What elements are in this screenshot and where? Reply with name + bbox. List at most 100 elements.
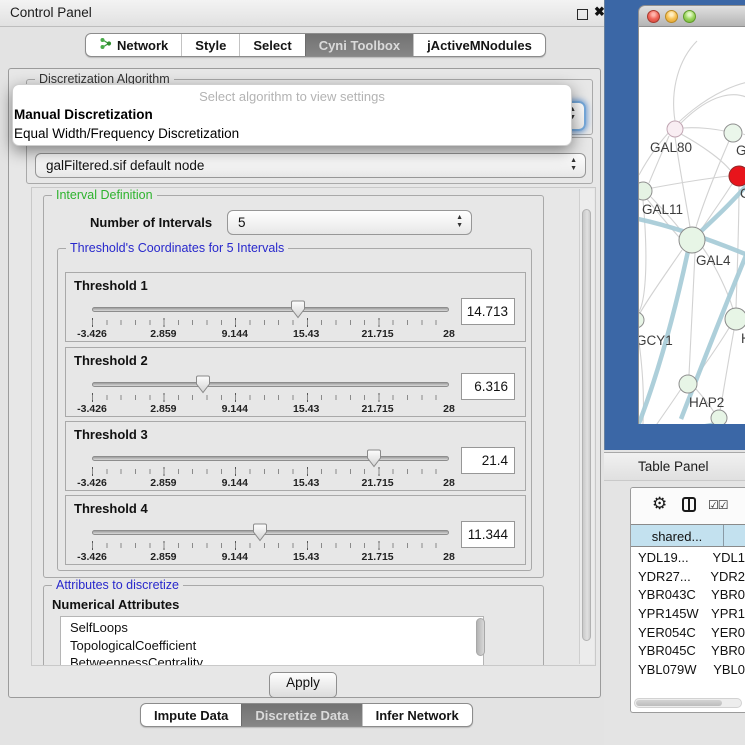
numerical-attributes-label: Numerical Attributes bbox=[52, 597, 179, 612]
tick-label: -3.426 bbox=[77, 551, 107, 563]
tick-label: 28 bbox=[443, 328, 455, 340]
threshold-value-field[interactable]: 21.4 bbox=[461, 447, 515, 474]
node-h[interactable] bbox=[725, 308, 745, 330]
tick-label: -3.426 bbox=[77, 477, 107, 489]
close-traffic-light-icon[interactable] bbox=[647, 10, 660, 23]
group-label: Threshold's Coordinates for 5 Intervals bbox=[66, 241, 288, 255]
tab-cyni-toolbox[interactable]: Cyni Toolbox bbox=[305, 34, 413, 56]
table-row[interactable]: YDL19...YDL1 bbox=[631, 548, 745, 567]
tab-label: Cyni Toolbox bbox=[319, 38, 400, 53]
float-icon[interactable] bbox=[577, 9, 588, 20]
tab-jactivemnodules[interactable]: jActiveMNodules bbox=[413, 34, 545, 56]
tab-infer-network[interactable]: Infer Network bbox=[362, 704, 472, 726]
table-row[interactable]: YBL079WYBL0 bbox=[631, 660, 745, 679]
threshold-value-field[interactable]: 6.316 bbox=[461, 373, 515, 400]
threshold-4-box: Threshold 4 -3.4262.8599.14415.4321.7152… bbox=[65, 495, 526, 565]
table-cell: YER054C bbox=[631, 625, 708, 640]
popup-option-equal-width[interactable]: Equal Width/Frequency Discretization bbox=[14, 125, 571, 142]
node-gal11[interactable] bbox=[639, 182, 652, 200]
apply-button[interactable]: Apply bbox=[269, 672, 337, 698]
threshold-value-field[interactable]: 14.713 bbox=[461, 298, 515, 325]
threshold-value-field[interactable]: 11.344 bbox=[461, 521, 515, 548]
table-row[interactable]: YER054CYER0 bbox=[631, 623, 745, 642]
numerical-attributes-list[interactable]: SelfLoopsTopologicalCoefficientBetweenne… bbox=[60, 616, 484, 666]
network-canvas[interactable]: GAL80 GA C GAL11 GAL4 GCY1 H HAP2 bbox=[638, 27, 745, 424]
table-data-combobox[interactable]: galFiltered.sif default node ▲▼ bbox=[35, 153, 586, 178]
minor-ticks bbox=[92, 320, 450, 325]
vertical-scrollbar-thumb[interactable] bbox=[582, 209, 591, 641]
tick-label: 2.859 bbox=[150, 403, 176, 415]
gear-icon[interactable]: ⚙ bbox=[652, 494, 667, 514]
node-table-body[interactable]: YDL19...YDL1YDR27...YDR2YBR043CYBR0YPR14… bbox=[631, 548, 745, 684]
tick-label: -3.426 bbox=[77, 403, 107, 415]
table-row[interactable]: YBR043CYBR0 bbox=[631, 585, 745, 604]
slider-track[interactable] bbox=[92, 307, 449, 312]
node-label: GAL4 bbox=[696, 253, 731, 268]
tab-label: Style bbox=[195, 38, 226, 53]
attribute-item[interactable]: TopologicalCoefficient bbox=[70, 637, 483, 655]
table-row[interactable]: YDR27...YDR2 bbox=[631, 567, 745, 586]
tab-impute-data[interactable]: Impute Data bbox=[141, 704, 241, 726]
node-gal4[interactable] bbox=[679, 227, 705, 253]
table-cell: YBL0 bbox=[710, 662, 745, 677]
zoom-traffic-light-icon[interactable] bbox=[683, 10, 696, 23]
minimize-traffic-light-icon[interactable] bbox=[665, 10, 678, 23]
columns-icon[interactable] bbox=[682, 497, 696, 512]
slider-thumb[interactable] bbox=[195, 375, 211, 394]
tick-label: 28 bbox=[443, 477, 455, 489]
select-columns-icon[interactable]: ☑☑ bbox=[708, 498, 728, 512]
tick-label: 28 bbox=[443, 551, 455, 563]
tick-label: 15.43 bbox=[293, 477, 319, 489]
horizontal-scrollbar[interactable] bbox=[634, 698, 742, 708]
horizontal-scrollbar-thumb[interactable] bbox=[636, 700, 722, 706]
num-intervals-combobox[interactable]: 5 ▲▼ bbox=[227, 210, 472, 235]
table-row[interactable]: YPR145WYPR1 bbox=[631, 604, 745, 623]
tab-label: Impute Data bbox=[154, 708, 228, 723]
node-bottom[interactable] bbox=[711, 410, 727, 424]
column-header-name[interactable]: na bbox=[724, 525, 745, 546]
network-window-titlebar[interactable] bbox=[638, 5, 745, 27]
node-label: GAL80 bbox=[650, 140, 692, 155]
node-gal80[interactable] bbox=[667, 121, 683, 137]
table-cell: YDR2 bbox=[707, 569, 745, 584]
node-gcy1[interactable] bbox=[639, 312, 644, 328]
tab-label: jActiveMNodules bbox=[427, 38, 532, 53]
tab-network[interactable]: Network bbox=[86, 34, 181, 56]
tab-discretize-data[interactable]: Discretize Data bbox=[241, 704, 361, 726]
slider-thumb[interactable] bbox=[252, 523, 268, 542]
popup-option-manual[interactable]: Manual Discretization bbox=[14, 106, 571, 123]
cyni-settings-panel: Discretization Algorithm ▲▼ Table Data g… bbox=[8, 68, 601, 698]
table-row[interactable]: YBR045CYBR0 bbox=[631, 641, 745, 660]
table-panel-title: Table Panel bbox=[638, 459, 709, 474]
interval-definition-group: Interval Definition Number of Intervals … bbox=[43, 195, 544, 578]
slider-track[interactable] bbox=[92, 456, 449, 461]
node-hap2[interactable] bbox=[679, 375, 697, 393]
slider-thumb[interactable] bbox=[290, 300, 306, 319]
bottom-tab-bar: Impute Data Discretize Data Infer Networ… bbox=[140, 703, 473, 727]
tick-label: 9.144 bbox=[222, 477, 248, 489]
table-cell: YBR045C bbox=[631, 643, 708, 658]
node-selected-red[interactable] bbox=[729, 166, 745, 186]
tab-style[interactable]: Style bbox=[181, 34, 239, 56]
vertical-scrollbar[interactable] bbox=[579, 189, 594, 664]
group-label: Attributes to discretize bbox=[52, 578, 183, 592]
table-cell: YBL079W bbox=[631, 662, 710, 677]
slider-thumb[interactable] bbox=[366, 449, 382, 468]
node-ga[interactable] bbox=[724, 124, 742, 142]
slider-track[interactable] bbox=[92, 530, 449, 535]
column-header-shared-name[interactable]: shared... bbox=[631, 525, 724, 546]
table-row[interactable]: YLR345WYLR3 bbox=[631, 679, 745, 684]
minor-ticks bbox=[92, 395, 450, 400]
node-label: H bbox=[741, 331, 745, 346]
attribute-item[interactable]: BetweennessCentrality bbox=[70, 654, 483, 666]
table-cell: YPR1 bbox=[708, 606, 745, 621]
list-scrollbar-thumb[interactable] bbox=[476, 618, 485, 656]
table-cell: YPR145W bbox=[631, 606, 708, 621]
tick-label: 21.715 bbox=[362, 328, 394, 340]
tick-label: 9.144 bbox=[222, 551, 248, 563]
node-label: GAL11 bbox=[642, 202, 683, 217]
attribute-item[interactable]: SelfLoops bbox=[70, 619, 483, 637]
tab-select[interactable]: Select bbox=[239, 34, 304, 56]
combo-value: galFiltered.sif default node bbox=[46, 158, 204, 173]
slider-track[interactable] bbox=[92, 382, 449, 387]
